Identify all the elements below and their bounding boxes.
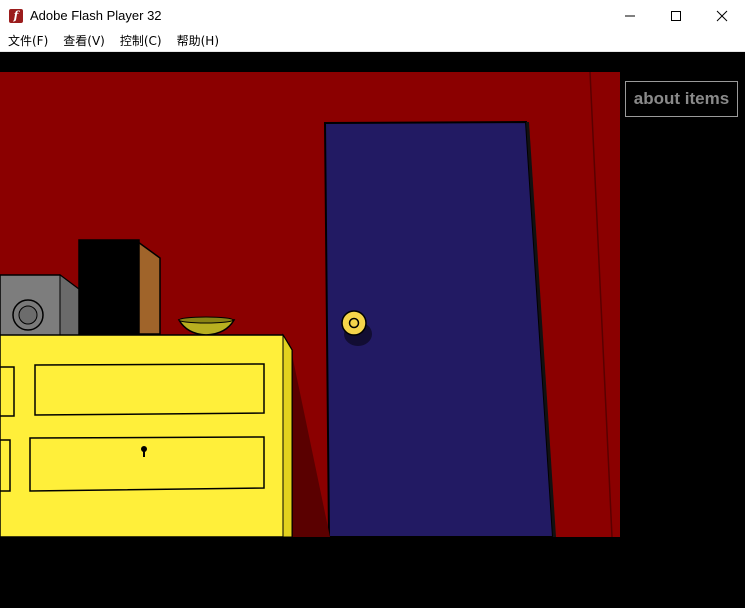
close-button[interactable]	[699, 0, 745, 31]
minimize-button[interactable]	[607, 0, 653, 31]
menu-help[interactable]: 帮助(H)	[169, 31, 226, 51]
menu-view[interactable]: 查看(V)	[55, 31, 112, 51]
window-controls	[607, 0, 745, 31]
title-bar: f Adobe Flash Player 32	[0, 0, 745, 31]
menu-control[interactable]: 控制(C)	[112, 31, 169, 51]
about-items-button[interactable]: about items	[625, 81, 738, 117]
bottom-drawer[interactable]	[29, 436, 265, 492]
maximize-button[interactable]	[653, 0, 699, 31]
top-drawer[interactable]	[34, 363, 265, 416]
close-icon	[716, 10, 728, 21]
maximize-icon	[671, 10, 681, 21]
gray-radio[interactable]	[0, 274, 81, 338]
room-scene	[0, 71, 620, 538]
game-stage: about items	[0, 52, 745, 608]
left-top-drawer[interactable]	[0, 366, 15, 417]
speaker-box[interactable]	[78, 239, 161, 336]
left-bottom-drawer[interactable]	[0, 439, 11, 492]
menu-file[interactable]: 文件(F)	[0, 31, 55, 51]
flash-player-icon: f	[9, 8, 23, 23]
window-title: Adobe Flash Player 32	[30, 8, 162, 23]
menu-bar: 文件(F) 查看(V) 控制(C) 帮助(H)	[0, 31, 745, 52]
minimize-icon	[625, 15, 635, 16]
